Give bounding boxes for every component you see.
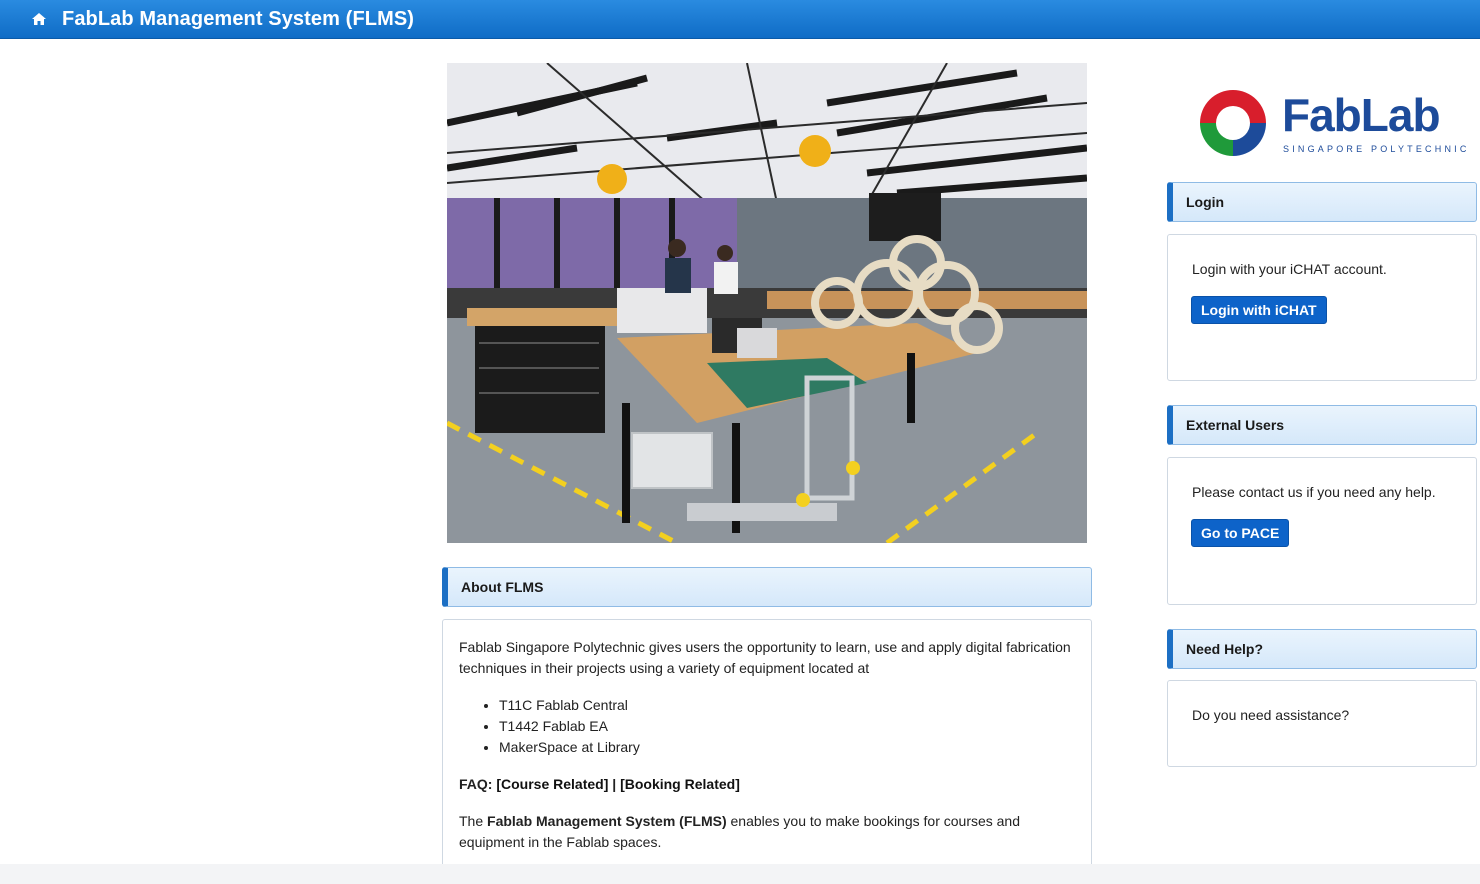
location-item: MakerSpace at Library [499, 737, 1075, 758]
location-item: T11C Fablab Central [499, 695, 1075, 716]
top-navbar: FabLab Management System (FLMS) [0, 0, 1480, 39]
about-panel-body: Fablab Singapore Polytechnic gives users… [442, 619, 1092, 879]
external-panel-body: Please contact us if you need any help. … [1167, 457, 1477, 605]
help-text: Do you need assistance? [1192, 707, 1350, 723]
fablab-logo-mark [1200, 90, 1266, 156]
login-text: Login with your iCHAT account. [1192, 261, 1387, 277]
location-list: T11C Fablab Central T1442 Fablab EA Make… [459, 695, 1075, 758]
external-text: Please contact us if you need any help. [1192, 484, 1436, 500]
help-panel-body: Do you need assistance? [1167, 680, 1477, 767]
fablab-photo [447, 63, 1087, 543]
help-panel-header: Need Help? [1167, 629, 1477, 669]
about-intro: Fablab Singapore Polytechnic gives users… [459, 639, 1071, 676]
flms-description: The Fablab Management System (FLMS) enab… [459, 811, 1075, 853]
footer-strip [0, 864, 1480, 884]
logo-wordmark: FabLab [1282, 89, 1441, 141]
app-title[interactable]: FabLab Management System (FLMS) [62, 8, 414, 31]
faq-booking-link[interactable]: [Booking Related] [620, 776, 740, 792]
logo-subtitle: SINGAPORE POLYTECHNIC [1283, 144, 1470, 154]
login-heading: Login [1186, 194, 1225, 210]
external-heading: External Users [1186, 417, 1285, 433]
external-panel-header: External Users [1167, 405, 1477, 445]
login-ichat-button[interactable]: Login with iCHAT [1191, 296, 1327, 324]
faq-line: FAQ: [Course Related] | [Booking Related… [459, 774, 1075, 795]
faq-course-link[interactable]: [Course Related] [496, 776, 608, 792]
flms-pre: The [459, 813, 484, 829]
go-to-pace-button[interactable]: Go to PACE [1191, 519, 1290, 547]
help-heading: Need Help? [1186, 641, 1264, 657]
about-panel-header: About FLMS [442, 567, 1092, 607]
login-panel-header: Login [1167, 182, 1477, 222]
location-item: T1442 Fablab EA [499, 716, 1075, 737]
faq-separator: | [612, 776, 617, 792]
home-icon[interactable] [31, 12, 47, 26]
login-panel-body: Login with your iCHAT account. Login wit… [1167, 234, 1477, 381]
flms-name: Fablab Management System (FLMS) [487, 813, 727, 829]
faq-label: FAQ: [459, 776, 493, 792]
about-heading: About FLMS [461, 579, 544, 595]
